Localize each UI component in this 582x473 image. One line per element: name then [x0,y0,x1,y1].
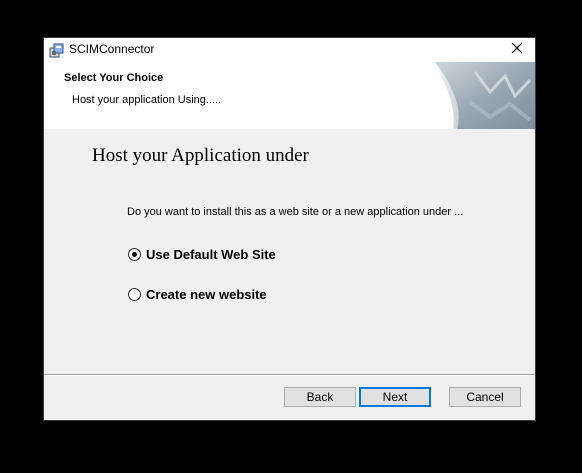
window-title: SCIMConnector [69,42,155,56]
banner-subtitle: Host your application Using..... [72,94,222,106]
installer-dialog: SCIMConnector Select Your Choice Host yo… [43,37,536,421]
banner-title: Select Your Choice [64,72,164,84]
back-button[interactable]: Back [284,387,356,407]
option-default-web-site[interactable]: Use Default Web Site [128,247,276,262]
close-icon [511,41,523,59]
radio-create-new-website[interactable] [128,288,141,301]
option-label: Create new website [146,287,267,302]
header-banner: Select Your Choice Host your application… [44,62,535,129]
installer-icon [49,42,65,58]
title-bar[interactable]: SCIMConnector [44,38,535,62]
next-button[interactable]: Next [359,387,431,407]
cancel-button[interactable]: Cancel [449,387,521,407]
radio-default-web-site[interactable] [128,248,141,261]
option-create-new-website[interactable]: Create new website [128,287,267,302]
install-question: Do you want to install this as a web sit… [127,206,464,218]
page-curl-graphic [435,62,535,129]
option-label: Use Default Web Site [146,247,276,262]
footer-separator [44,374,535,376]
close-button[interactable] [499,38,535,62]
page-heading: Host your Application under [92,145,309,166]
radio-selected-dot [132,252,137,257]
